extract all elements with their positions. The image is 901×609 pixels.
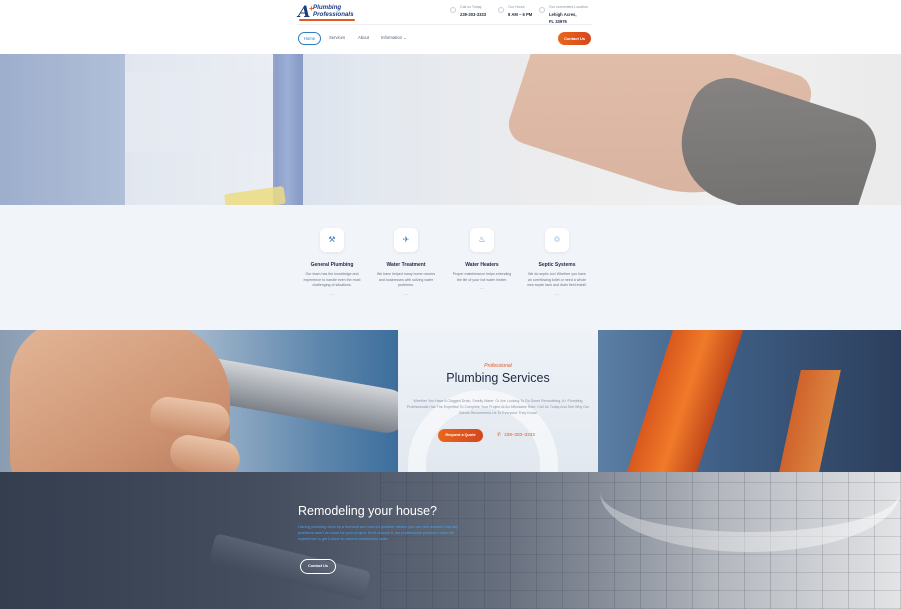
service-title: Septic Systems — [538, 262, 576, 268]
section-description: Whether You Have A Clogged Drain, Smelly… — [406, 399, 590, 415]
location-label: Our convenient Location — [549, 5, 588, 9]
logo-line-2: Professionals — [313, 10, 354, 18]
header-container: A + Plumbing Professionals Call us Today… — [297, 0, 592, 54]
faucet-icon: ⚒ — [328, 235, 336, 244]
nav-item-services[interactable]: Services — [329, 35, 345, 40]
contact-us-button[interactable]: Contact Us — [558, 32, 591, 45]
logo-wordmark: Plumbing Professionals — [313, 4, 354, 18]
hours-label: Our Hours — [508, 5, 525, 9]
service-description: We do septic too! Whether you have an ov… — [527, 272, 587, 287]
section-kicker: Professional — [484, 363, 512, 369]
chevron-down-icon: ⌄ — [403, 35, 407, 40]
phone-icon — [450, 7, 456, 13]
header-location-info: Our convenient Location Lehigh Acres, FL… — [539, 5, 589, 25]
phone-number: 239–303–3333 — [504, 432, 535, 437]
phone-link[interactable]: ✆ 239–303–3333 — [497, 432, 535, 438]
nav-item-home[interactable]: Home — [298, 32, 321, 45]
water-heater-icon: ♨ — [478, 235, 486, 244]
plumbing-services-card: Professional Plumbing Services Whether Y… — [398, 330, 598, 472]
service-more[interactable]: .... — [452, 285, 512, 290]
phone-icon: ✆ — [497, 432, 502, 438]
wrench-photo — [0, 330, 412, 472]
spray-icon: ✈ — [402, 235, 410, 244]
service-icon-box: ♨ — [470, 228, 494, 252]
service-icon-box: ⚒ — [320, 228, 344, 252]
hours-value: 8 AM – 6 PM — [508, 12, 533, 17]
nav-item-about[interactable]: About — [358, 35, 369, 40]
service-description: Our team has the knowledge and experienc… — [303, 272, 361, 287]
services-section: ⚒ General Plumbing Our team has the know… — [0, 205, 901, 330]
service-card-water-treatment[interactable]: ✈ Water Treatment We have helped many ho… — [376, 228, 436, 296]
service-title: Water Heaters — [465, 262, 499, 268]
finger-shape — [167, 432, 243, 472]
location-icon — [539, 7, 545, 13]
logo-swoosh — [299, 19, 355, 21]
service-more[interactable]: .... — [527, 291, 587, 296]
service-description: Proper maintenance helps extending the l… — [452, 272, 512, 282]
nav-item-information[interactable]: Information ⌄ — [381, 35, 406, 40]
call-value: 239-303-3333 — [460, 12, 487, 17]
service-card-general-plumbing[interactable]: ⚒ General Plumbing Our team has the know… — [302, 228, 362, 296]
site-logo[interactable]: A + Plumbing Professionals — [297, 3, 367, 23]
plumbing-services-band: Professional Plumbing Services Whether Y… — [0, 330, 901, 472]
location-value: Lehigh Acres, FL 33976 — [549, 12, 577, 24]
service-more[interactable]: .... — [302, 291, 362, 296]
service-description: We have helped many home owners and busi… — [376, 272, 436, 287]
septic-icon: ♲ — [553, 235, 561, 244]
remodeling-section: Remodeling your house? Having plumbing d… — [0, 472, 901, 609]
nav-item-information-label: Information — [381, 35, 402, 40]
call-label: Call us Today — [460, 5, 482, 9]
request-quote-button[interactable]: Request a Quote — [438, 429, 483, 442]
service-icon-box: ♲ — [545, 228, 569, 252]
service-title: General Plumbing — [310, 262, 354, 268]
remodel-description: Having plumbing done by a licensed and i… — [298, 525, 458, 541]
main-nav: Home Services About Information ⌄ Contac… — [297, 32, 592, 46]
section-title: Plumbing Services — [446, 371, 550, 385]
hero-image — [0, 54, 901, 205]
service-more[interactable]: .... — [376, 291, 436, 296]
remodel-contact-button[interactable]: Contact Us — [300, 559, 336, 574]
service-icon-box: ✈ — [394, 228, 418, 252]
service-card-septic-systems[interactable]: ♲ Septic Systems We do septic too! Wheth… — [527, 228, 587, 296]
header-divider — [297, 24, 592, 25]
clock-icon — [498, 7, 504, 13]
site-header: A + Plumbing Professionals Call us Today… — [0, 0, 901, 54]
service-title: Water Treatment — [386, 262, 426, 268]
service-card-water-heaters[interactable]: ♨ Water Heaters Proper maintenance helps… — [452, 228, 512, 290]
hero-tint — [0, 54, 901, 205]
remodel-title: Remodeling your house? — [298, 504, 437, 518]
